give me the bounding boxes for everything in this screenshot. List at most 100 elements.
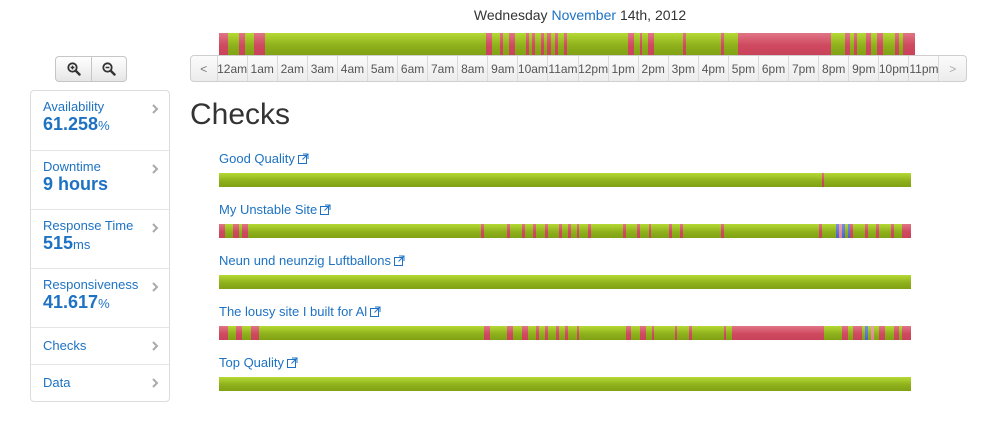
- status-segment-down: [876, 224, 880, 238]
- status-segment-down: [890, 224, 894, 238]
- check-link[interactable]: Neun und neunzig Luftballons: [219, 253, 405, 268]
- status-segment-down: [536, 326, 540, 340]
- status-segment-down: [546, 33, 552, 55]
- sidebar-item-response-time[interactable]: Response Time 515ms: [31, 209, 169, 268]
- status-segment-down: [485, 33, 492, 55]
- check-row: Good Quality: [219, 150, 911, 187]
- hour-tick[interactable]: 12am: [218, 56, 248, 81]
- status-segment-down: [509, 33, 515, 55]
- check-status-bar[interactable]: [219, 326, 911, 340]
- hour-tick[interactable]: 4pm: [699, 56, 729, 81]
- hour-tick[interactable]: 8pm: [819, 56, 850, 81]
- stat-value: 9 hours: [43, 174, 109, 194]
- status-segment-down: [723, 326, 727, 340]
- date-month-link[interactable]: November: [551, 7, 616, 23]
- hour-tick[interactable]: 10pm: [879, 56, 910, 81]
- sidebar-item-data[interactable]: Data: [31, 364, 169, 401]
- status-segment-down: [720, 224, 724, 238]
- status-segment-down: [627, 33, 634, 55]
- status-segment-up: [219, 224, 911, 238]
- hour-tick[interactable]: 2pm: [639, 56, 669, 81]
- check-link[interactable]: The lousy site I built for Al: [219, 304, 381, 319]
- page-title: Checks: [190, 98, 291, 131]
- hour-tick[interactable]: 7am: [428, 56, 459, 81]
- status-segment-down: [242, 224, 248, 238]
- stat-label: Responsiveness: [43, 277, 139, 292]
- sidebar-item-availability[interactable]: Availability 61.258%: [31, 91, 169, 150]
- status-segment-down: [521, 326, 528, 340]
- sidebar-item-responsiveness[interactable]: Responsiveness 41.617%: [31, 268, 169, 327]
- status-segment-unknown: [870, 326, 874, 340]
- status-segment-down: [637, 224, 640, 238]
- hour-tick[interactable]: 1pm: [609, 56, 639, 81]
- hour-tick[interactable]: 6am: [398, 56, 429, 81]
- check-link[interactable]: Good Quality: [219, 151, 309, 166]
- status-segment-down: [219, 326, 228, 340]
- hour-tick[interactable]: 6pm: [759, 56, 790, 81]
- status-segment-down: [239, 33, 246, 55]
- status-segment-down: [533, 224, 537, 238]
- hour-tick[interactable]: 5am: [368, 56, 399, 81]
- sidebar-link-label: Checks: [43, 338, 87, 353]
- hour-tick[interactable]: 2am: [278, 56, 308, 81]
- status-segment-down: [680, 224, 684, 238]
- timeline-next-button[interactable]: >: [939, 56, 966, 81]
- hour-tick[interactable]: 9am: [488, 56, 519, 81]
- check-row: My Unstable Site: [219, 201, 911, 238]
- status-segment-down: [622, 224, 626, 238]
- status-segment-down: [236, 326, 243, 340]
- check-status-bar[interactable]: [219, 173, 911, 187]
- hour-tick[interactable]: 1am: [248, 56, 278, 81]
- zoom-out-button[interactable]: [91, 57, 126, 81]
- status-segment-down: [683, 33, 686, 55]
- status-segment-down: [555, 33, 559, 55]
- check-status-bar[interactable]: [219, 275, 911, 289]
- hour-tick[interactable]: 11pm: [909, 56, 940, 81]
- zoom-controls: [55, 56, 127, 82]
- overview-status-bar[interactable]: [219, 33, 915, 55]
- status-segment-down: [484, 326, 491, 340]
- status-segment-down: [668, 224, 672, 238]
- hour-tick[interactable]: 11am: [548, 56, 579, 81]
- hour-tick[interactable]: 3pm: [669, 56, 699, 81]
- sidebar-item-checks[interactable]: Checks: [31, 327, 169, 364]
- status-segment-down: [639, 33, 643, 55]
- status-segment-down: [521, 224, 525, 238]
- status-segment-down: [576, 224, 580, 238]
- status-segment-down: [556, 326, 560, 340]
- hour-tick[interactable]: 12pm: [579, 56, 609, 81]
- hour-tick[interactable]: 10am: [518, 56, 549, 81]
- hour-ticks: 12am 1am 2am 3am 4am 5am 6am 7am 8am 9am 10am 11am 1…: [218, 56, 940, 81]
- hour-tick[interactable]: 7pm: [789, 56, 820, 81]
- chevron-right-icon: [152, 164, 159, 174]
- status-segment-down: [850, 224, 854, 238]
- stat-value: 41.617: [43, 292, 99, 312]
- status-segment-down: [544, 224, 548, 238]
- status-segment-down: [865, 33, 872, 55]
- check-link[interactable]: Top Quality: [219, 355, 298, 370]
- sidebar-item-downtime[interactable]: Downtime 9 hours: [31, 150, 169, 209]
- status-segment-down: [879, 326, 886, 340]
- sidebar: Availability 61.258% Downtime 9 hours Re…: [30, 90, 170, 402]
- stat-unit: %: [98, 296, 110, 311]
- chevron-right-icon: [152, 341, 159, 351]
- status-segment-down: [853, 326, 862, 340]
- check-status-bar[interactable]: [219, 224, 911, 238]
- status-segment-down: [841, 326, 848, 340]
- status-segment-paused: [841, 224, 845, 238]
- hour-tick[interactable]: 4am: [338, 56, 368, 81]
- hour-tick[interactable]: 8am: [458, 56, 489, 81]
- check-status-bar[interactable]: [219, 377, 911, 391]
- hour-tick[interactable]: 9pm: [849, 56, 880, 81]
- check-link[interactable]: My Unstable Site: [219, 202, 331, 217]
- hour-tick[interactable]: 5pm: [729, 56, 759, 81]
- timeline-prev-button[interactable]: <: [191, 56, 218, 81]
- status-segment-down: [903, 33, 915, 55]
- status-segment-down: [854, 33, 857, 55]
- zoom-out-icon: [102, 62, 116, 76]
- hour-tick[interactable]: 3am: [308, 56, 338, 81]
- check-name: The lousy site I built for Al: [219, 304, 368, 319]
- zoom-in-button[interactable]: [56, 57, 91, 81]
- check-name: Top Quality: [219, 355, 285, 370]
- external-link-icon: [394, 255, 405, 266]
